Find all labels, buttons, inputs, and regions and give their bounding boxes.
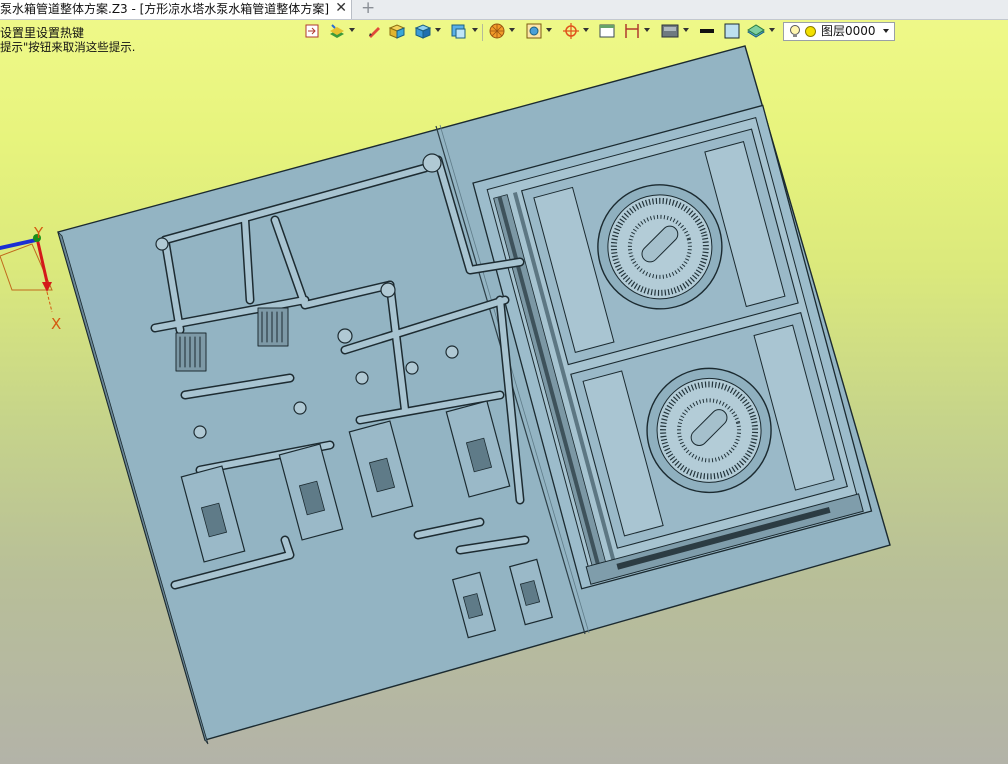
frame-dropdown-caret[interactable]: [546, 28, 552, 32]
dimension-dropdown-caret[interactable]: [644, 28, 650, 32]
snap-target-icon[interactable]: [562, 22, 580, 42]
window-icon[interactable]: [598, 22, 616, 42]
view-cube-icon[interactable]: [450, 22, 468, 42]
render-sphere-icon[interactable]: [488, 22, 506, 42]
dimension-icon[interactable]: [623, 22, 641, 42]
insert-icon[interactable]: [304, 22, 320, 42]
render-dropdown-caret[interactable]: [509, 28, 515, 32]
axis-label-y: Y: [33, 224, 44, 242]
toolbar-separator: [482, 24, 483, 41]
plane-dropdown-caret[interactable]: [769, 28, 775, 32]
display-dropdown-caret[interactable]: [683, 28, 689, 32]
fill-color-swatch[interactable]: [723, 22, 741, 42]
plane-icon[interactable]: [747, 22, 765, 42]
chevron-down-icon[interactable]: [883, 29, 889, 33]
pencil-icon[interactable]: [366, 22, 382, 42]
layer-value: 图层0000: [821, 24, 876, 38]
layer-select[interactable]: 图层0000: [783, 22, 895, 41]
layers-dropdown-caret[interactable]: [349, 28, 355, 32]
cube-dropdown-caret[interactable]: [435, 28, 441, 32]
snap-dropdown-caret[interactable]: [583, 28, 589, 32]
line-color-swatch[interactable]: [698, 22, 716, 42]
layers-stack-icon[interactable]: [328, 22, 346, 42]
axis-label-x: X: [51, 315, 61, 333]
axis-triad: X Y: [0, 224, 61, 333]
layer-color-dot: [805, 26, 816, 37]
bulb-icon: [789, 24, 801, 44]
cube-blue-icon[interactable]: [414, 22, 432, 42]
frame-icon[interactable]: [525, 22, 543, 42]
view-dropdown-caret[interactable]: [472, 28, 478, 32]
3d-viewport[interactable]: X Y: [0, 0, 1008, 764]
box-shaded-icon[interactable]: [388, 22, 406, 42]
display-mode-icon[interactable]: [660, 22, 680, 42]
